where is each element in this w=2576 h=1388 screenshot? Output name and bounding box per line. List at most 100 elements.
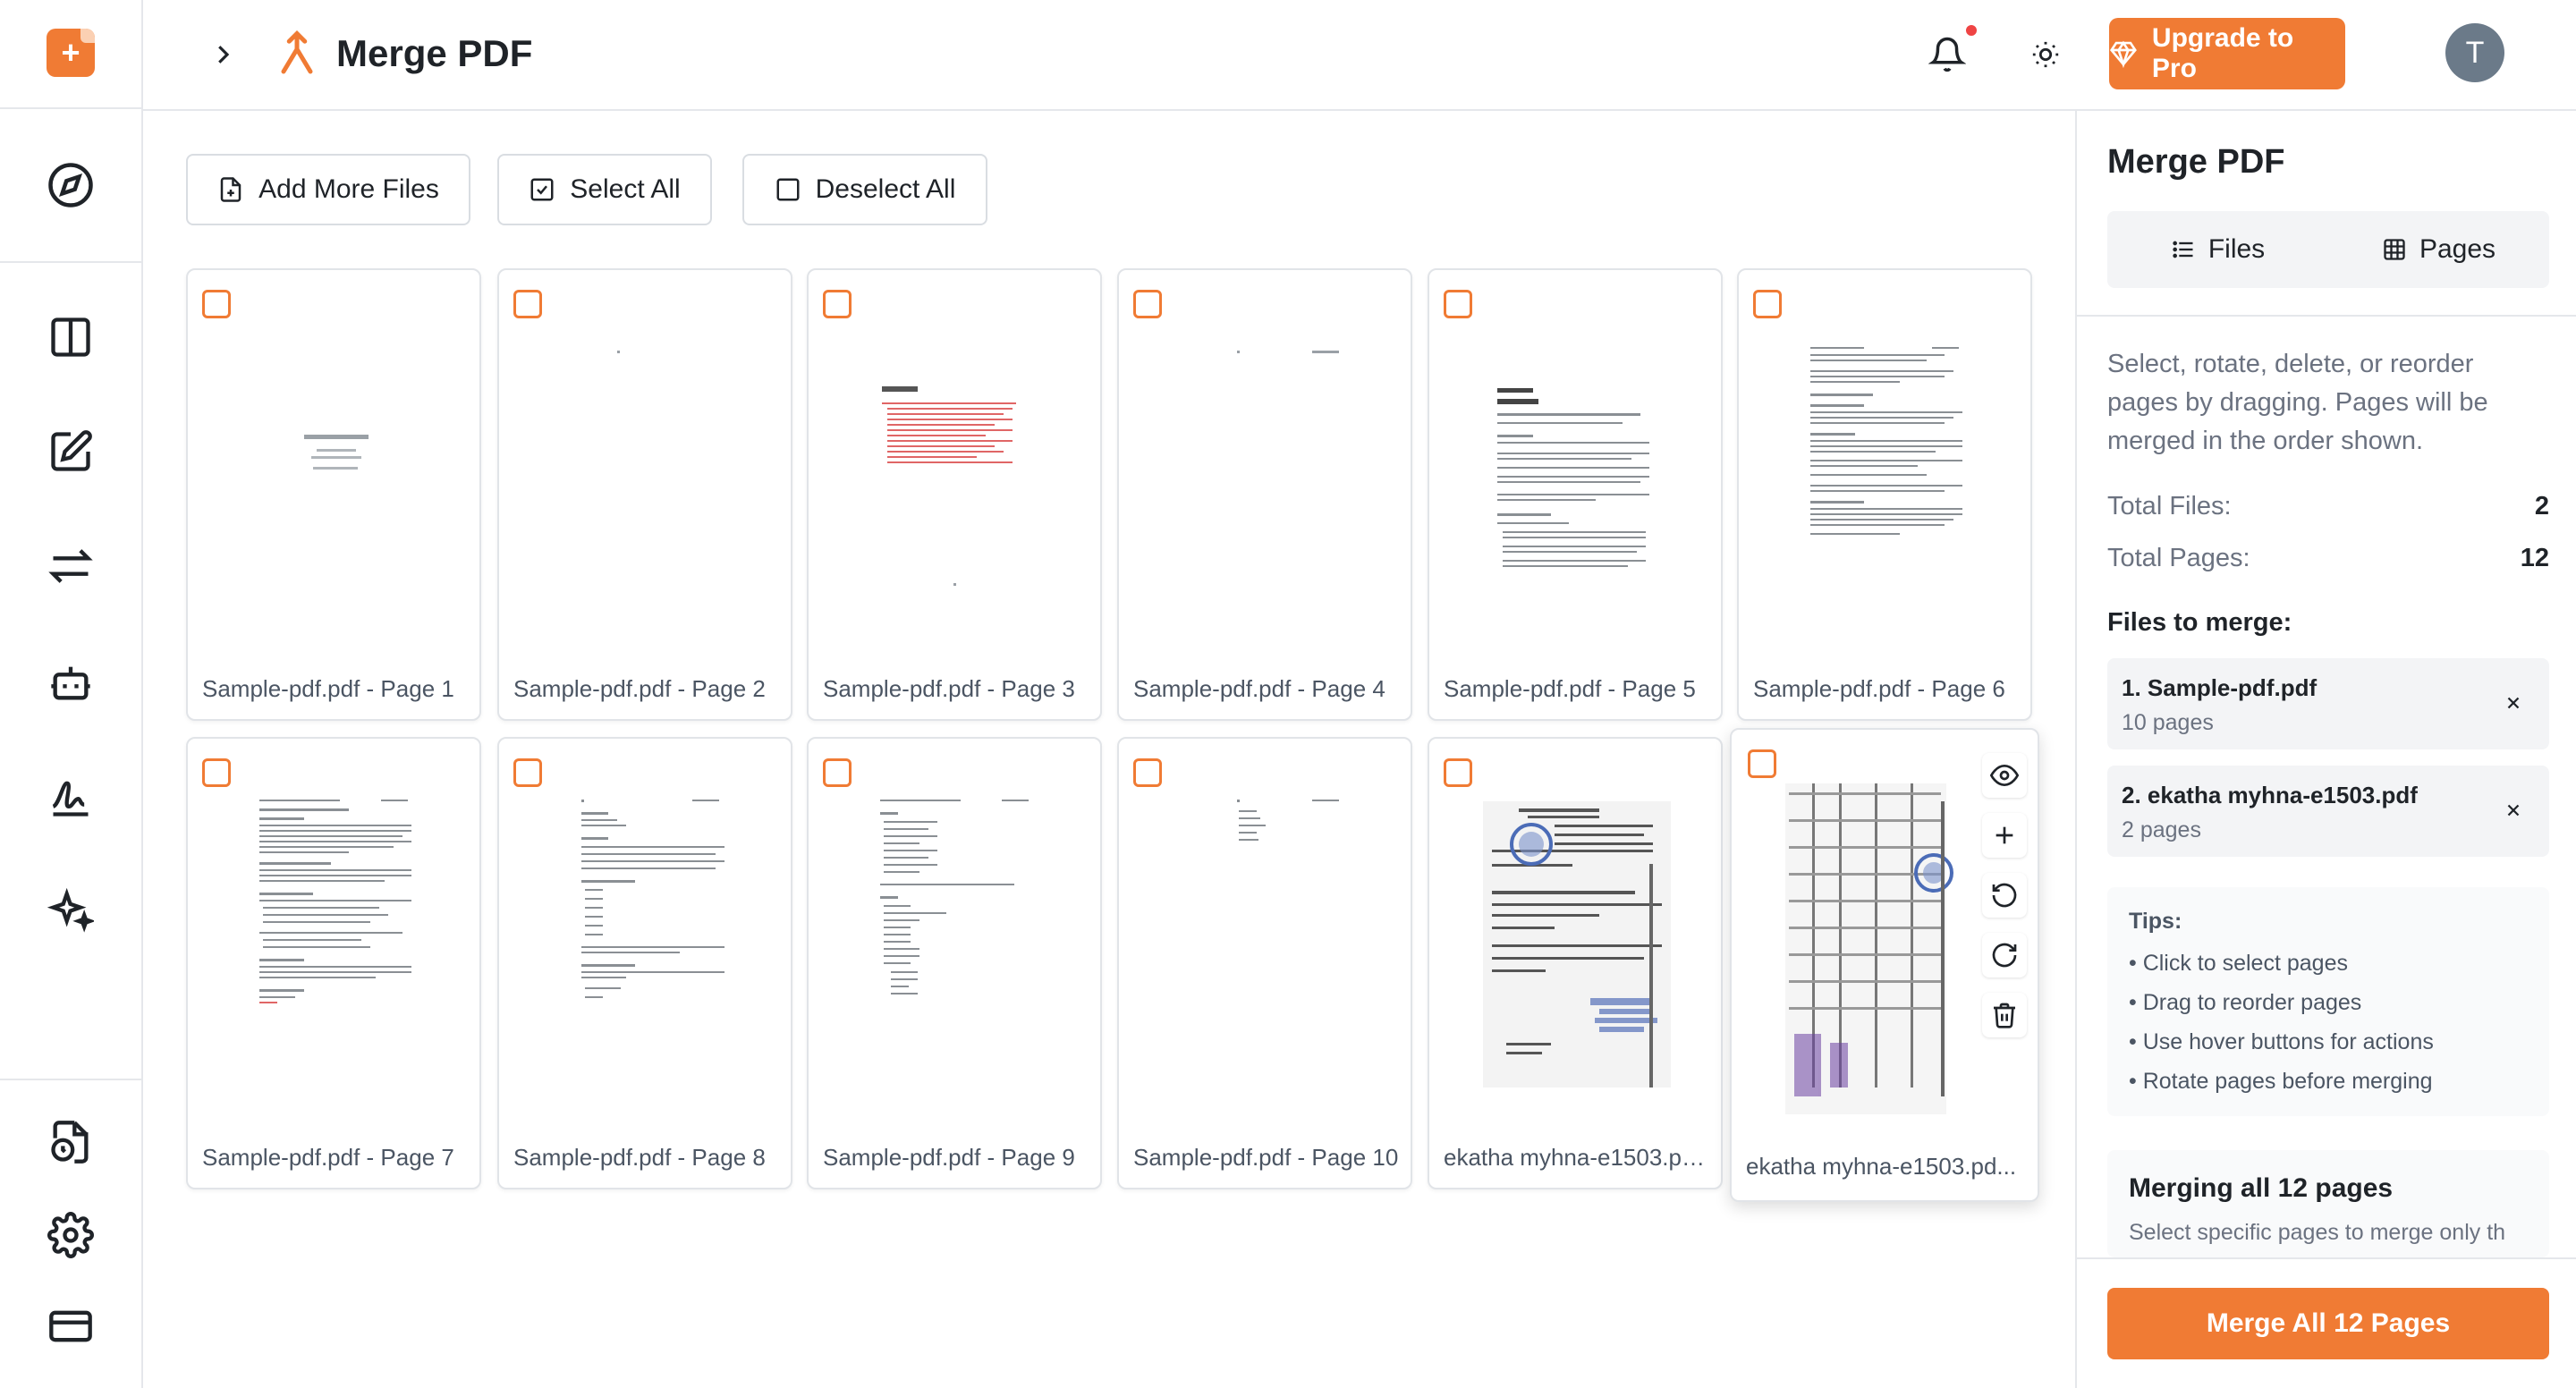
page-thumbnail [224, 324, 447, 628]
merge-icon [270, 27, 324, 80]
panel-description: Select, rotate, delete, or reorder pages… [2107, 350, 2488, 455]
convert-icon[interactable] [39, 535, 102, 597]
page-thumbnail [1776, 766, 1955, 1123]
page-thumbnail [1775, 324, 1998, 628]
page-card[interactable]: Sample-pdf.pdf - Page 7 [186, 737, 481, 1189]
compass-icon[interactable] [39, 154, 102, 216]
file-item[interactable]: 1. Sample-pdf.pdf 10 pages [2107, 658, 2549, 749]
files-to-merge-heading: Files to merge: [2107, 608, 2292, 637]
page-card[interactable]: Sample-pdf.pdf - Page 3 [807, 268, 1102, 721]
view-toggle: Files Pages [2107, 211, 2549, 288]
checkbox-empty-icon [776, 178, 800, 201]
tab-files[interactable]: Files [2107, 211, 2328, 288]
page-checkbox[interactable] [1748, 749, 1776, 778]
app-logo[interactable]: + [47, 29, 95, 77]
page-checkbox[interactable] [1133, 758, 1162, 787]
page-label: Sample-pdf.pdf - Page 7 [202, 1144, 454, 1171]
page-label: Sample-pdf.pdf - Page 6 [1753, 675, 2005, 702]
page-checkbox[interactable] [1753, 290, 1782, 318]
page-label: Sample-pdf.pdf - Page 1 [202, 675, 454, 702]
checkbox-checked-icon [530, 178, 554, 201]
page-checkbox[interactable] [513, 290, 542, 318]
page-card[interactable]: Sample-pdf.pdf - Page 9 [807, 737, 1102, 1189]
close-icon[interactable] [2497, 794, 2529, 826]
page-label: Sample-pdf.pdf - Page 10 [1133, 1144, 1399, 1171]
page-card[interactable]: ekatha myhna-e1503.pd... [1428, 737, 1723, 1189]
page-label: Sample-pdf.pdf - Page 8 [513, 1144, 766, 1171]
notification-dot [1964, 23, 1979, 38]
chevron-right-icon[interactable] [200, 32, 245, 77]
add-more-files-button[interactable]: Add More Files [186, 154, 470, 225]
page-label: ekatha myhna-e1503.pd... [1444, 1144, 1712, 1171]
top-header: Merge PDF Upgrade to Pro T [143, 0, 2576, 111]
page-card[interactable]: Sample-pdf.pdf - Page 10 [1117, 737, 1412, 1189]
settings-icon[interactable] [39, 1204, 102, 1266]
deselect-all-button[interactable]: Deselect All [742, 154, 987, 225]
tab-pages[interactable]: Pages [2328, 211, 2549, 288]
upgrade-button[interactable]: Upgrade to Pro [2109, 18, 2345, 89]
page-label: Sample-pdf.pdf - Page 3 [823, 675, 1075, 702]
gem-icon [2110, 40, 2137, 68]
page-checkbox[interactable] [513, 758, 542, 787]
page-checkbox[interactable] [1133, 290, 1162, 318]
page-label: Sample-pdf.pdf - Page 2 [513, 675, 766, 702]
credit-card-icon[interactable] [39, 1295, 102, 1358]
rotate-left-icon[interactable] [1982, 873, 2027, 918]
robot-icon[interactable] [39, 651, 102, 714]
page-checkbox[interactable] [202, 758, 231, 787]
page-label: Sample-pdf.pdf - Page 9 [823, 1144, 1075, 1171]
page-card[interactable]: Sample-pdf.pdf - Page 1 [186, 268, 481, 721]
page-card[interactable]: Sample-pdf.pdf - Page 5 [1428, 268, 1723, 721]
panel-title: Merge PDF [2107, 143, 2285, 181]
signature-icon[interactable] [39, 766, 102, 828]
plus-icon[interactable] [1982, 813, 2027, 858]
logo-area: + [0, 0, 141, 109]
right-panel: Merge PDF Files Pages Select, rotate, de… [2075, 111, 2576, 1388]
page-thumbnail [1155, 792, 1378, 1096]
bell-icon[interactable] [1923, 30, 1971, 79]
file-item[interactable]: 2. ekatha myhna-e1503.pdf 2 pages [2107, 766, 2549, 857]
page-label: Sample-pdf.pdf - Page 4 [1133, 675, 1385, 702]
tips-box: Tips: • Click to select pages • Drag to … [2107, 887, 2549, 1116]
page-checkbox[interactable] [202, 290, 231, 318]
trash-icon[interactable] [1982, 993, 2027, 1037]
merge-info: Merging all 12 pages Select specific pag… [2107, 1150, 2549, 1257]
total-files-row: Total Files: 2 [2107, 492, 2549, 520]
rotate-right-icon[interactable] [1982, 933, 2027, 978]
page-checkbox[interactable] [823, 758, 852, 787]
sparkles-icon[interactable] [39, 880, 102, 943]
page-thumbnail [1155, 324, 1378, 628]
left-rail: + [0, 0, 143, 1388]
avatar[interactable]: T [2445, 23, 2504, 82]
page-thumbnail [844, 324, 1068, 628]
page-label: ekatha myhna-e1503.pd... [1746, 1153, 2017, 1180]
page-label: Sample-pdf.pdf - Page 5 [1444, 675, 1696, 702]
merge-button[interactable]: Merge All 12 Pages [2107, 1288, 2549, 1359]
page-card[interactable]: ekatha myhna-e1503.pd... [1730, 728, 2039, 1202]
edit-icon[interactable] [39, 420, 102, 483]
columns-icon[interactable] [39, 306, 102, 368]
sun-icon[interactable] [2021, 30, 2070, 79]
select-all-button[interactable]: Select All [497, 154, 712, 225]
page-checkbox[interactable] [1444, 758, 1472, 787]
file-plus-icon [220, 177, 242, 202]
page-checkbox[interactable] [823, 290, 852, 318]
page-card[interactable]: Sample-pdf.pdf - Page 4 [1117, 268, 1412, 721]
page-thumbnail [535, 792, 758, 1096]
page-checkbox[interactable] [1444, 290, 1472, 318]
hover-actions [1982, 753, 2027, 1053]
list-icon [2173, 241, 2193, 258]
page-thumbnail [535, 324, 758, 628]
close-icon[interactable] [2497, 687, 2529, 719]
eye-icon[interactable] [1982, 753, 2027, 798]
page-title: Merge PDF [336, 32, 533, 74]
page-thumbnail [844, 792, 1068, 1096]
file-history-icon[interactable] [39, 1111, 102, 1173]
page-thumbnail [1465, 792, 1689, 1096]
upgrade-label: Upgrade to Pro [2151, 23, 2294, 83]
page-card[interactable]: Sample-pdf.pdf - Page 2 [497, 268, 792, 721]
page-card[interactable]: Sample-pdf.pdf - Page 6 [1737, 268, 2032, 721]
page-thumbnail [224, 792, 447, 1096]
page-card[interactable]: Sample-pdf.pdf - Page 8 [497, 737, 792, 1189]
page-thumbnail [1465, 324, 1689, 628]
